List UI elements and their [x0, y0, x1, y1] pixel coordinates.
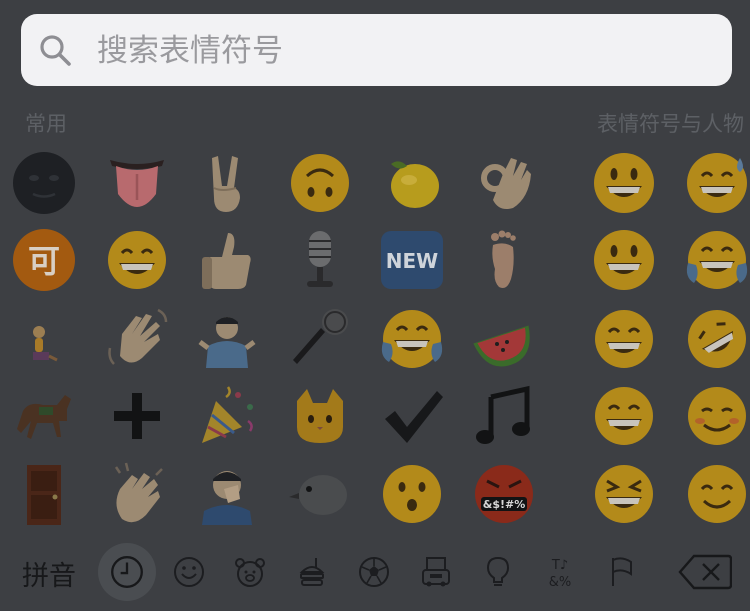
emoji-face-palm[interactable] — [186, 453, 268, 535]
emoji-grinning-smile[interactable] — [96, 219, 178, 301]
backspace-icon[interactable] — [678, 553, 732, 591]
emoji-ideograph-ke[interactable]: 可 — [3, 219, 85, 301]
emoji-check-mark[interactable] — [371, 375, 453, 457]
emoji-foot[interactable] — [463, 219, 545, 301]
emoji-musical-notes[interactable] — [463, 375, 545, 457]
section-label-people: 表情符号与人物 — [597, 112, 744, 136]
clock-icon — [111, 556, 143, 588]
section-label-recent: 常用 — [25, 112, 67, 136]
emoji-cursing-face[interactable]: &$!#% — [463, 453, 545, 535]
emoji-person-shrugging[interactable] — [186, 298, 268, 380]
emoji-plus-sign[interactable] — [96, 375, 178, 457]
emoji-ok-hand[interactable] — [463, 142, 545, 224]
emoji-waving-hand[interactable] — [96, 298, 178, 380]
category-food-tab[interactable] — [290, 550, 334, 594]
emoji-smiling-face[interactable] — [676, 453, 750, 535]
emoji-watermelon[interactable] — [463, 298, 545, 380]
emoji-grinning-face[interactable] — [583, 142, 665, 224]
emoji-grinning-smile-3[interactable] — [583, 375, 665, 457]
category-objects-tab[interactable] — [476, 550, 520, 594]
emoji-grawlix-label: &$!#% — [483, 498, 526, 511]
emoji-new-label: NEW — [386, 249, 438, 273]
emoji-bird[interactable] — [279, 453, 361, 535]
emoji-microphone[interactable] — [279, 298, 361, 380]
emoji-grinning-smile-2[interactable] — [583, 298, 665, 380]
category-smileys-tab[interactable] — [167, 550, 211, 594]
category-travel-tab[interactable] — [414, 550, 458, 594]
emoji-hushed-face[interactable] — [371, 453, 453, 535]
svg-text:&%: &% — [549, 575, 572, 590]
emoji-squinting-laugh[interactable] — [583, 453, 665, 535]
emoji-upside-down-face[interactable] — [279, 142, 361, 224]
category-activity-tab[interactable] — [352, 550, 396, 594]
food-icon — [299, 558, 325, 586]
emoji-black-full-moon-face[interactable] — [3, 142, 85, 224]
emoji-joy[interactable] — [676, 219, 750, 301]
svg-text:T♪: T♪ — [551, 558, 568, 573]
emoji-victory-hand[interactable] — [186, 142, 268, 224]
soccer-ball-icon — [359, 557, 389, 587]
emoji-grid: 可 NEW &$!#% — [0, 140, 750, 535]
emoji-horse[interactable] — [3, 375, 85, 457]
symbols-icon: T♪ &% — [549, 558, 572, 590]
emoji-tongue[interactable] — [96, 142, 178, 224]
pinyin-input-mode-button[interactable]: 拼音 — [22, 554, 76, 593]
emoji-grinning-face-2[interactable] — [583, 219, 665, 301]
flag-icon — [612, 557, 632, 586]
category-animals-tab[interactable] — [228, 550, 272, 594]
smiley-icon — [174, 557, 204, 587]
emoji-search-bar[interactable] — [21, 14, 732, 86]
emoji-ke-label: 可 — [28, 242, 60, 280]
lightbulb-icon — [486, 556, 510, 586]
emoji-rofl[interactable] — [676, 298, 750, 380]
category-recent-tab[interactable] — [98, 543, 156, 601]
emoji-joy-2[interactable] — [371, 298, 453, 380]
emoji-category-bar: 拼音 T♪ &% — [0, 540, 750, 611]
emoji-search-input[interactable] — [95, 28, 699, 74]
emoji-clapping-hands[interactable] — [96, 453, 178, 535]
emoji-relaxed[interactable] — [676, 375, 750, 457]
category-symbols-tab[interactable]: T♪ &% — [538, 550, 582, 594]
bear-icon — [235, 558, 265, 587]
emoji-new-button[interactable]: NEW — [371, 219, 453, 301]
emoji-lemon[interactable] — [371, 142, 453, 224]
emoji-studio-microphone[interactable] — [279, 219, 361, 301]
emoji-door[interactable] — [3, 453, 85, 535]
category-flags-tab[interactable] — [600, 550, 644, 594]
emoji-thumbs-up[interactable] — [186, 219, 268, 301]
building-icon — [422, 557, 450, 587]
emoji-party-popper[interactable] — [186, 375, 268, 457]
emoji-person-kneeling[interactable] — [3, 298, 85, 380]
emoji-grinning-sweat[interactable] — [676, 142, 750, 224]
emoji-cat-face[interactable] — [279, 375, 361, 457]
search-icon — [40, 35, 71, 66]
